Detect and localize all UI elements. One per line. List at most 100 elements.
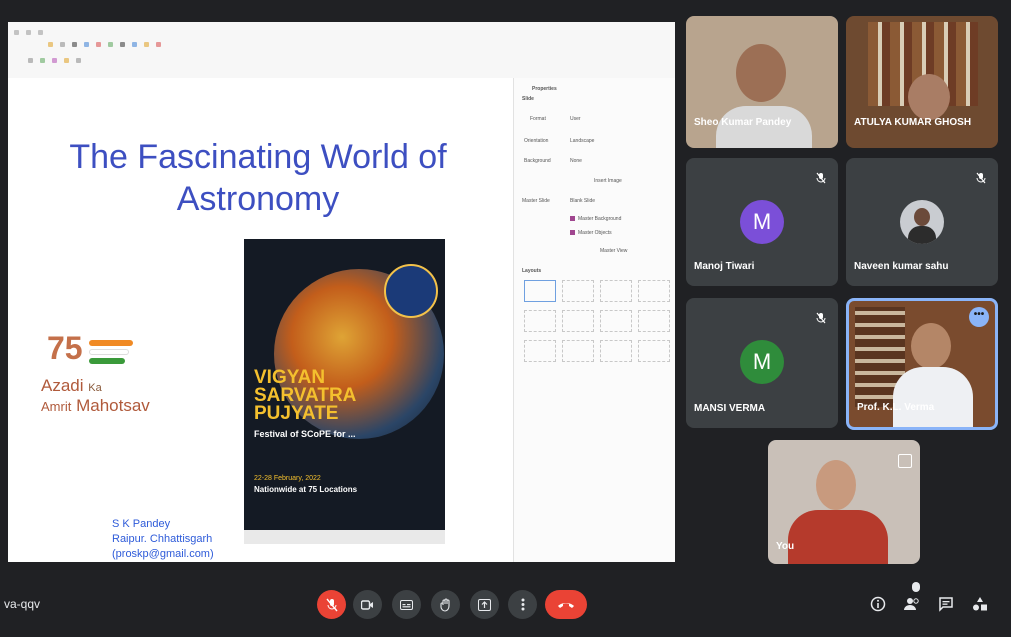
participant-tile[interactable]: M MANSI VERMA [686, 298, 838, 428]
tool-icon[interactable] [72, 41, 77, 47]
orientation-label: Orientation [524, 138, 549, 144]
checkbox-icon[interactable] [570, 216, 575, 221]
participant-name: MANSI VERMA [694, 403, 766, 414]
mic-off-icon [816, 312, 826, 324]
format-select[interactable]: User [570, 116, 581, 122]
azadi-number: 75 [47, 330, 83, 366]
participant-tile[interactable]: ATULYA KUMAR GHOSH [846, 16, 998, 148]
tool-icon[interactable] [52, 57, 57, 63]
layout-thumb[interactable] [562, 280, 594, 302]
participant-tile-active-speaker[interactable]: ••• Prof. K.L. Verma [846, 298, 998, 430]
layout-thumb[interactable] [562, 310, 594, 332]
captions-button[interactable] [392, 590, 421, 619]
checkbox-icon[interactable] [570, 230, 575, 235]
menu-icon[interactable] [38, 29, 43, 35]
author-block: S K Pandey Raipur. Chhattisgarh (proskp@… [112, 517, 214, 562]
captions-icon [400, 599, 413, 610]
poster-locations: Nationwide at 75 Locations [254, 485, 358, 494]
layout-thumb[interactable] [562, 340, 594, 362]
master-background-checkbox[interactable]: Master Background [578, 216, 621, 222]
tool-icon[interactable] [108, 41, 113, 47]
participant-video [816, 460, 856, 510]
activities-icon[interactable] [970, 596, 990, 616]
editor-toolbar [8, 22, 675, 78]
tool-icon[interactable] [76, 57, 81, 63]
chat-icon[interactable] [936, 596, 956, 616]
tool-icon[interactable] [96, 41, 101, 47]
poster-date: 22-28 February, 2022 [254, 475, 321, 482]
end-call-icon [558, 602, 574, 608]
tool-icon[interactable] [156, 41, 161, 47]
self-view-tile[interactable]: You [768, 440, 920, 564]
layout-thumb[interactable] [600, 340, 632, 362]
avatar [900, 200, 944, 244]
meeting-controls-bar: va-qqv [0, 580, 1011, 637]
mic-off-icon [816, 172, 826, 184]
section-slide[interactable]: Slide [522, 96, 534, 102]
tool-icon[interactable] [84, 41, 89, 47]
tool-icon[interactable] [64, 57, 69, 63]
master-slide-select[interactable]: Blank Slide [570, 198, 595, 204]
tool-icon[interactable] [48, 41, 53, 47]
layout-thumb[interactable] [638, 280, 670, 302]
mic-off-icon [976, 172, 986, 184]
raise-hand-button[interactable] [431, 590, 460, 619]
layout-thumb[interactable] [524, 340, 556, 362]
present-button[interactable] [470, 590, 499, 619]
menu-icon[interactable] [14, 29, 19, 35]
participant-tile[interactable]: Sheo Kumar Pandey [686, 16, 838, 148]
tool-icon[interactable] [28, 57, 33, 63]
camera-toggle-button[interactable] [353, 590, 382, 619]
orientation-select[interactable]: Landscape [570, 138, 594, 144]
participant-tile[interactable]: Naveen kumar sahu [846, 158, 998, 286]
participant-name: Prof. K.L. Verma [857, 402, 935, 413]
layout-thumb[interactable] [524, 280, 556, 302]
layout-thumb[interactable] [638, 340, 670, 362]
menu-row [14, 28, 43, 36]
layout-thumb[interactable] [600, 280, 632, 302]
tool-icon[interactable] [60, 41, 65, 47]
avatar: M [740, 200, 784, 244]
layout-thumb[interactable] [638, 310, 670, 332]
participant-name: Naveen kumar sahu [854, 261, 949, 272]
participant-video-body [893, 367, 973, 427]
participant-tile[interactable]: M Manoj Tiwari [686, 158, 838, 286]
layout-thumb[interactable] [600, 310, 632, 332]
menu-icon[interactable] [26, 29, 31, 35]
participant-name: You [776, 541, 795, 552]
participant-video-body [788, 510, 888, 564]
master-objects-checkbox[interactable]: Master Objects [578, 230, 612, 236]
tool-icon[interactable] [40, 57, 45, 63]
people-icon[interactable] [902, 582, 922, 616]
tool-icon[interactable] [120, 41, 125, 47]
info-icon[interactable] [868, 596, 888, 616]
pin-icon[interactable] [898, 454, 912, 468]
tool-icon[interactable] [144, 41, 149, 47]
mic-toggle-button[interactable] [317, 590, 346, 619]
background-label: Background [524, 158, 551, 164]
flag-ribbon-icon [89, 340, 135, 366]
meet-window: The Fascinating World of Astronomy 75 Az… [0, 0, 1011, 637]
tool-icon[interactable] [132, 41, 137, 47]
meeting-code[interactable]: va-qqv [4, 597, 40, 611]
background-select[interactable]: None [570, 158, 582, 164]
more-options-icon [521, 598, 524, 611]
master-view-button[interactable]: Master View [600, 248, 627, 254]
layout-thumb[interactable] [524, 310, 556, 332]
participant-count-badge [912, 582, 920, 592]
section-layouts[interactable]: Layouts [522, 268, 541, 274]
more-options-button[interactable] [508, 590, 537, 619]
shared-screen: The Fascinating World of Astronomy 75 Az… [8, 22, 675, 562]
mic-off-icon [325, 598, 338, 611]
azadi-ka-amrit-mahotsav-logo: 75 Azadi Ka Amrit Mahotsav [41, 330, 171, 430]
insert-image-button[interactable]: Insert Image [594, 178, 622, 184]
slide-canvas: The Fascinating World of Astronomy 75 Az… [8, 78, 503, 562]
more-options-icon[interactable]: ••• [969, 307, 989, 327]
end-call-button[interactable] [545, 590, 587, 619]
format-label: Format [530, 116, 546, 122]
raise-hand-icon [439, 597, 450, 612]
participant-video [911, 323, 951, 369]
participant-name: Sheo Kumar Pandey [694, 117, 792, 128]
azadi-ka: Ka [88, 382, 102, 394]
author-name: S K Pandey [112, 518, 171, 530]
